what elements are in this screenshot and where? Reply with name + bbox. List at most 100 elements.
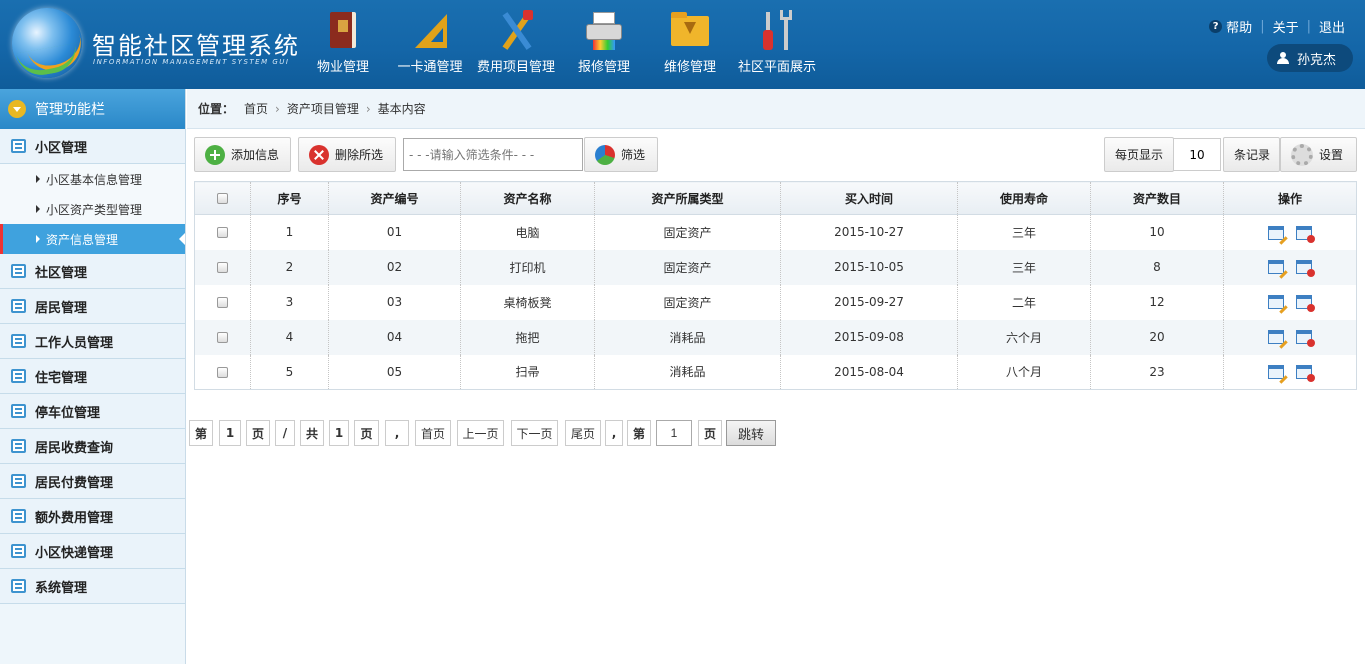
sidebar-item-label: 小区管理: [35, 140, 88, 156]
cell-type: 消耗品: [594, 354, 781, 390]
calendar-icon: [11, 509, 26, 523]
breadcrumb-asset-project[interactable]: 资产项目管理: [287, 100, 359, 117]
edit-icon[interactable]: [1268, 295, 1284, 310]
user-menu[interactable]: 孙克杰: [1267, 44, 1353, 72]
last-page-button[interactable]: 尾页: [565, 420, 601, 446]
sidebar-item-label: 住宅管理: [35, 370, 88, 386]
nav-community-map[interactable]: 社区平面展示: [732, 10, 822, 80]
cell-actions: [1224, 285, 1357, 320]
cell-name: 桌椅板凳: [460, 284, 595, 320]
sidebar-item-label: 小区快递管理: [35, 545, 114, 561]
cell-actions: [1224, 215, 1357, 250]
app-subtitle: INFORMATION MANAGEMENT SYSTEM GUI: [93, 58, 290, 66]
breadcrumb-current: 基本内容: [377, 102, 426, 116]
about-link[interactable]: 关于: [1273, 17, 1299, 36]
edit-icon[interactable]: [1268, 330, 1284, 345]
nav-label: 维修管理: [663, 60, 716, 75]
col-header[interactable]: 序号: [250, 181, 329, 215]
row-checkbox[interactable]: [217, 227, 228, 239]
sidebar-sub-label: 小区基本信息管理: [46, 172, 143, 187]
row-checkbox[interactable]: [217, 332, 228, 343]
sidebar-sub-asset-type[interactable]: 小区资产类型管理: [0, 194, 185, 224]
prev-page-button[interactable]: 上一页: [457, 420, 504, 446]
col-header[interactable]: 资产编号: [328, 181, 461, 215]
row-select-cell: [194, 249, 251, 285]
next-page-button[interactable]: 下一页: [511, 420, 558, 446]
first-page-button[interactable]: 首页: [415, 420, 451, 446]
help-link[interactable]: 帮助: [1226, 17, 1252, 36]
top-header: 智能社区管理系统 INFORMATION MANAGEMENT SYSTEM G…: [0, 0, 1365, 89]
top-links: ? 帮助 | 关于 | 退出: [1209, 17, 1345, 36]
table-row: 1 01 电脑 固定资产 2015-10-27 三年 10: [194, 214, 1357, 250]
delete-icon[interactable]: [1296, 225, 1315, 243]
row-checkbox[interactable]: [217, 262, 228, 273]
edit-icon[interactable]: [1268, 260, 1284, 275]
filter-input[interactable]: [403, 138, 583, 171]
sidebar-item-payment[interactable]: 居民付费管理: [0, 464, 185, 499]
plus-icon: [205, 144, 225, 165]
sidebar-item-housing[interactable]: 住宅管理: [0, 359, 185, 394]
delete-icon[interactable]: [1296, 330, 1315, 348]
calendar-icon: [11, 369, 26, 383]
user-name: 孙克杰: [1297, 52, 1337, 68]
sidebar-item-fee-query[interactable]: 居民收费查询: [0, 429, 185, 464]
sidebar-group-community[interactable]: 小区管理: [0, 129, 185, 164]
jump-page-input[interactable]: [656, 420, 692, 446]
delete-selected-button[interactable]: 删除所选: [298, 137, 396, 172]
sidebar-item-delivery[interactable]: 小区快递管理: [0, 534, 185, 569]
col-header[interactable]: 资产所属类型: [594, 181, 781, 215]
filter-button[interactable]: 筛选: [584, 137, 658, 172]
select-all-checkbox[interactable]: [217, 193, 228, 204]
edit-icon[interactable]: [1268, 365, 1284, 379]
col-header[interactable]: 资产数目: [1090, 181, 1224, 215]
cell-type: 固定资产: [594, 214, 781, 250]
sidebar-item-staff[interactable]: 工作人员管理: [0, 324, 185, 359]
nav-repair-report[interactable]: 报修管理: [574, 10, 634, 80]
pager-text: 页: [354, 420, 379, 446]
delete-icon[interactable]: [1296, 295, 1315, 313]
nav-card[interactable]: 一卡通管理: [394, 10, 466, 80]
settings-button[interactable]: 设置: [1280, 137, 1357, 172]
jump-button[interactable]: 跳转: [726, 420, 776, 446]
per-page-input[interactable]: [1173, 138, 1221, 171]
add-button[interactable]: 添加信息: [194, 137, 291, 172]
table-row: 4 04 拖把 消耗品 2015-09-08 六个月 20: [194, 319, 1357, 355]
sidebar-item-system[interactable]: 系统管理: [0, 569, 185, 604]
delete-icon[interactable]: [1296, 260, 1315, 278]
row-checkbox[interactable]: [217, 297, 228, 308]
cell-code: 03: [328, 284, 461, 320]
sidebar-item-extra-fees[interactable]: 额外费用管理: [0, 499, 185, 534]
delete-icon[interactable]: [1296, 365, 1315, 382]
sidebar-title: 管理功能栏: [35, 102, 105, 118]
logout-link[interactable]: 退出: [1319, 17, 1345, 36]
sidebar-item-residents[interactable]: 居民管理: [0, 289, 185, 324]
delete-label: 删除所选: [335, 148, 384, 162]
cell-actions: [1223, 319, 1357, 355]
cell-code: 01: [328, 214, 461, 250]
per-page-text: 每页显示: [1115, 148, 1164, 162]
sidebar-item-community-mgmt[interactable]: 社区管理: [0, 254, 185, 289]
sidebar-header[interactable]: 管理功能栏: [0, 89, 185, 129]
nav-property[interactable]: 物业管理: [314, 10, 372, 80]
edit-icon: [11, 299, 26, 313]
calendar-icon: [11, 544, 26, 558]
edit-icon[interactable]: [1268, 225, 1284, 240]
col-header[interactable]: 使用寿命: [957, 181, 1091, 215]
sidebar-sub-asset-info[interactable]: 资产信息管理: [0, 224, 185, 254]
cell-code: 04: [328, 319, 461, 355]
nav-maintenance[interactable]: 维修管理: [660, 10, 720, 80]
asset-table: 序号 资产编号 资产名称 资产所属类型 买入时间 使用寿命 资产数目 操作 1 …: [194, 181, 1357, 390]
ruler-icon: [409, 10, 451, 52]
col-header[interactable]: 买入时间: [780, 181, 958, 215]
pager-text: 第: [627, 420, 651, 446]
pager-total-pages: 1: [329, 420, 349, 446]
nav-fee-items[interactable]: 费用项目管理: [472, 10, 560, 80]
breadcrumb-home[interactable]: 首页: [244, 100, 268, 117]
nav-label: 社区平面展示: [737, 60, 816, 75]
sidebar-sub-basic-info[interactable]: 小区基本信息管理: [0, 164, 185, 194]
row-checkbox[interactable]: [217, 366, 228, 378]
cell-index: 5: [250, 354, 329, 390]
sidebar-item-parking[interactable]: 停车位管理: [0, 394, 185, 429]
col-header[interactable]: 资产名称: [460, 181, 595, 215]
screwdriver-wrench-icon: [756, 10, 798, 52]
